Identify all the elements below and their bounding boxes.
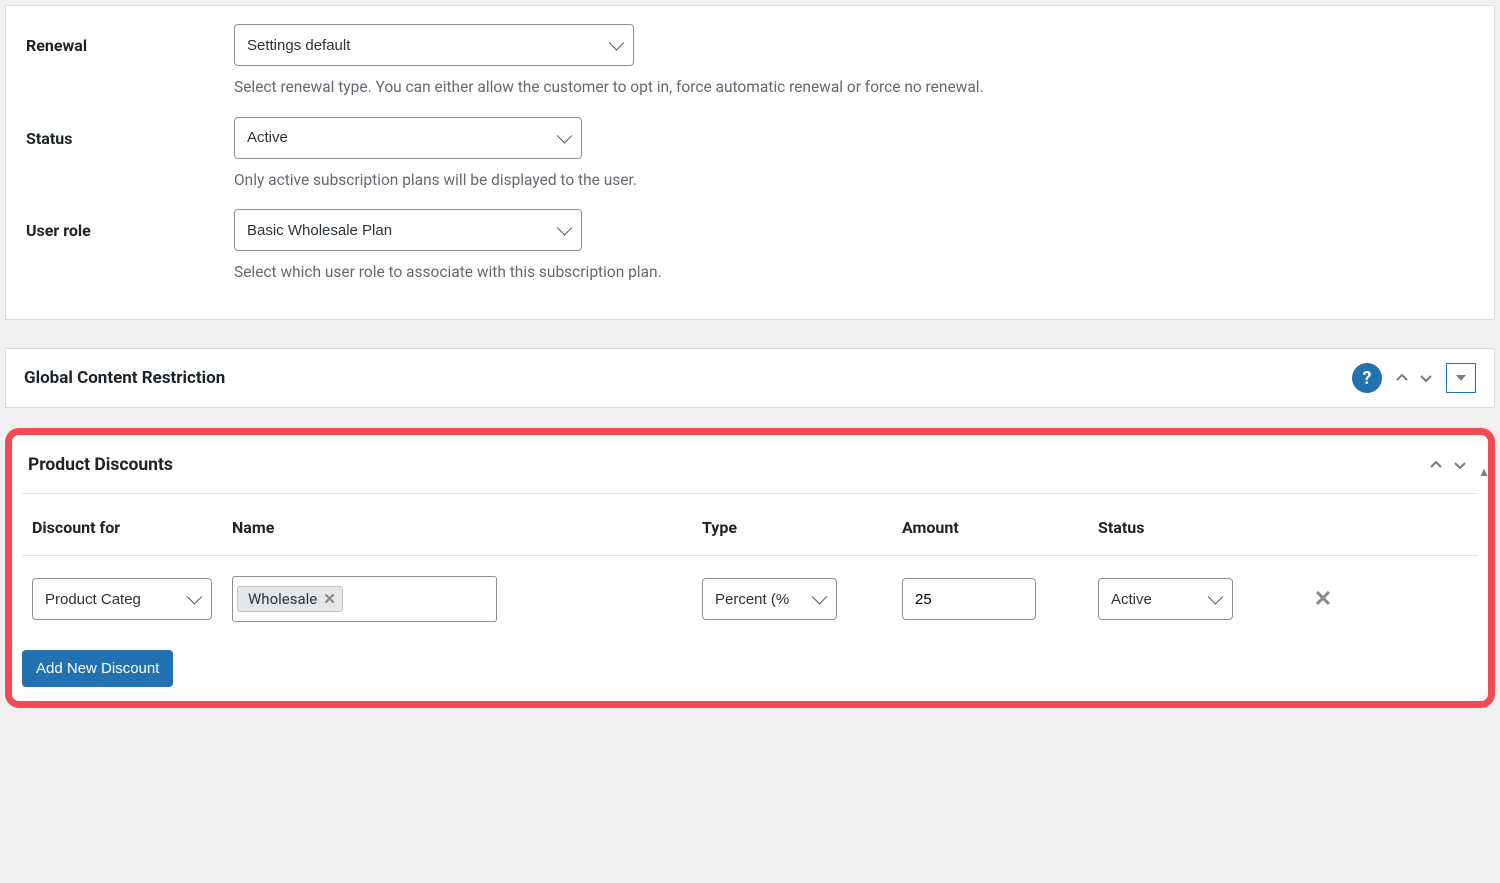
- user-role-label: User role: [26, 209, 234, 240]
- pd-move-up-icon[interactable]: [1424, 453, 1448, 477]
- user-role-select[interactable]: Basic Wholesale Plan: [234, 209, 582, 251]
- remove-tag-icon[interactable]: ✕: [323, 590, 336, 608]
- add-new-discount-button[interactable]: Add New Discount: [22, 650, 173, 687]
- settings-panel: Renewal Settings default Select renewal …: [5, 5, 1495, 320]
- delete-row-icon[interactable]: ✕: [1314, 587, 1332, 612]
- col-name: Name: [232, 518, 702, 537]
- status-help: Only active subscription plans will be d…: [234, 170, 1474, 192]
- col-discount-for: Discount for: [32, 518, 232, 537]
- col-status: Status: [1098, 518, 1298, 537]
- discount-name-tagbox[interactable]: Wholesale ✕: [232, 576, 497, 622]
- discount-amount-input[interactable]: [902, 578, 1036, 620]
- discount-table-header: Discount for Name Type Amount Status: [22, 494, 1478, 556]
- status-row: Status Active Only active subscription p…: [26, 99, 1474, 192]
- user-role-row: User role Basic Wholesale Plan Select wh…: [26, 191, 1474, 284]
- status-label: Status: [26, 117, 234, 148]
- pd-move-down-icon[interactable]: [1448, 453, 1472, 477]
- user-role-help: Select which user role to associate with…: [234, 262, 1474, 284]
- wholesale-tag: Wholesale ✕: [237, 586, 343, 612]
- status-select[interactable]: Active: [234, 117, 582, 159]
- discount-status-select[interactable]: Active: [1098, 578, 1233, 620]
- move-up-icon[interactable]: [1390, 366, 1414, 390]
- toggle-panel-button[interactable]: [1446, 363, 1476, 393]
- global-restriction-title: Global Content Restriction: [24, 368, 225, 388]
- help-icon[interactable]: ?: [1352, 363, 1382, 393]
- move-down-icon[interactable]: [1414, 366, 1438, 390]
- discount-type-select[interactable]: Percent (%: [702, 578, 837, 620]
- discount-for-select[interactable]: Product Categ: [32, 578, 212, 620]
- renewal-select-wrap: Settings default: [234, 24, 634, 66]
- col-type: Type: [702, 518, 902, 537]
- product-discounts-panel: ▲ Product Discounts Discount for Name Ty…: [5, 428, 1495, 708]
- col-amount: Amount: [902, 518, 1098, 537]
- discount-row: Product Categ Wholesale ✕ Percent (%: [22, 556, 1478, 642]
- renewal-select[interactable]: Settings default: [234, 24, 634, 66]
- product-discounts-title: Product Discounts: [28, 455, 173, 475]
- renewal-row: Renewal Settings default Select renewal …: [26, 6, 1474, 99]
- outer-toggle-icon[interactable]: ▲: [1478, 465, 1490, 479]
- renewal-label: Renewal: [26, 24, 234, 55]
- renewal-help: Select renewal type. You can either allo…: [234, 77, 1474, 99]
- global-content-restriction-panel: Global Content Restriction ?: [5, 348, 1495, 408]
